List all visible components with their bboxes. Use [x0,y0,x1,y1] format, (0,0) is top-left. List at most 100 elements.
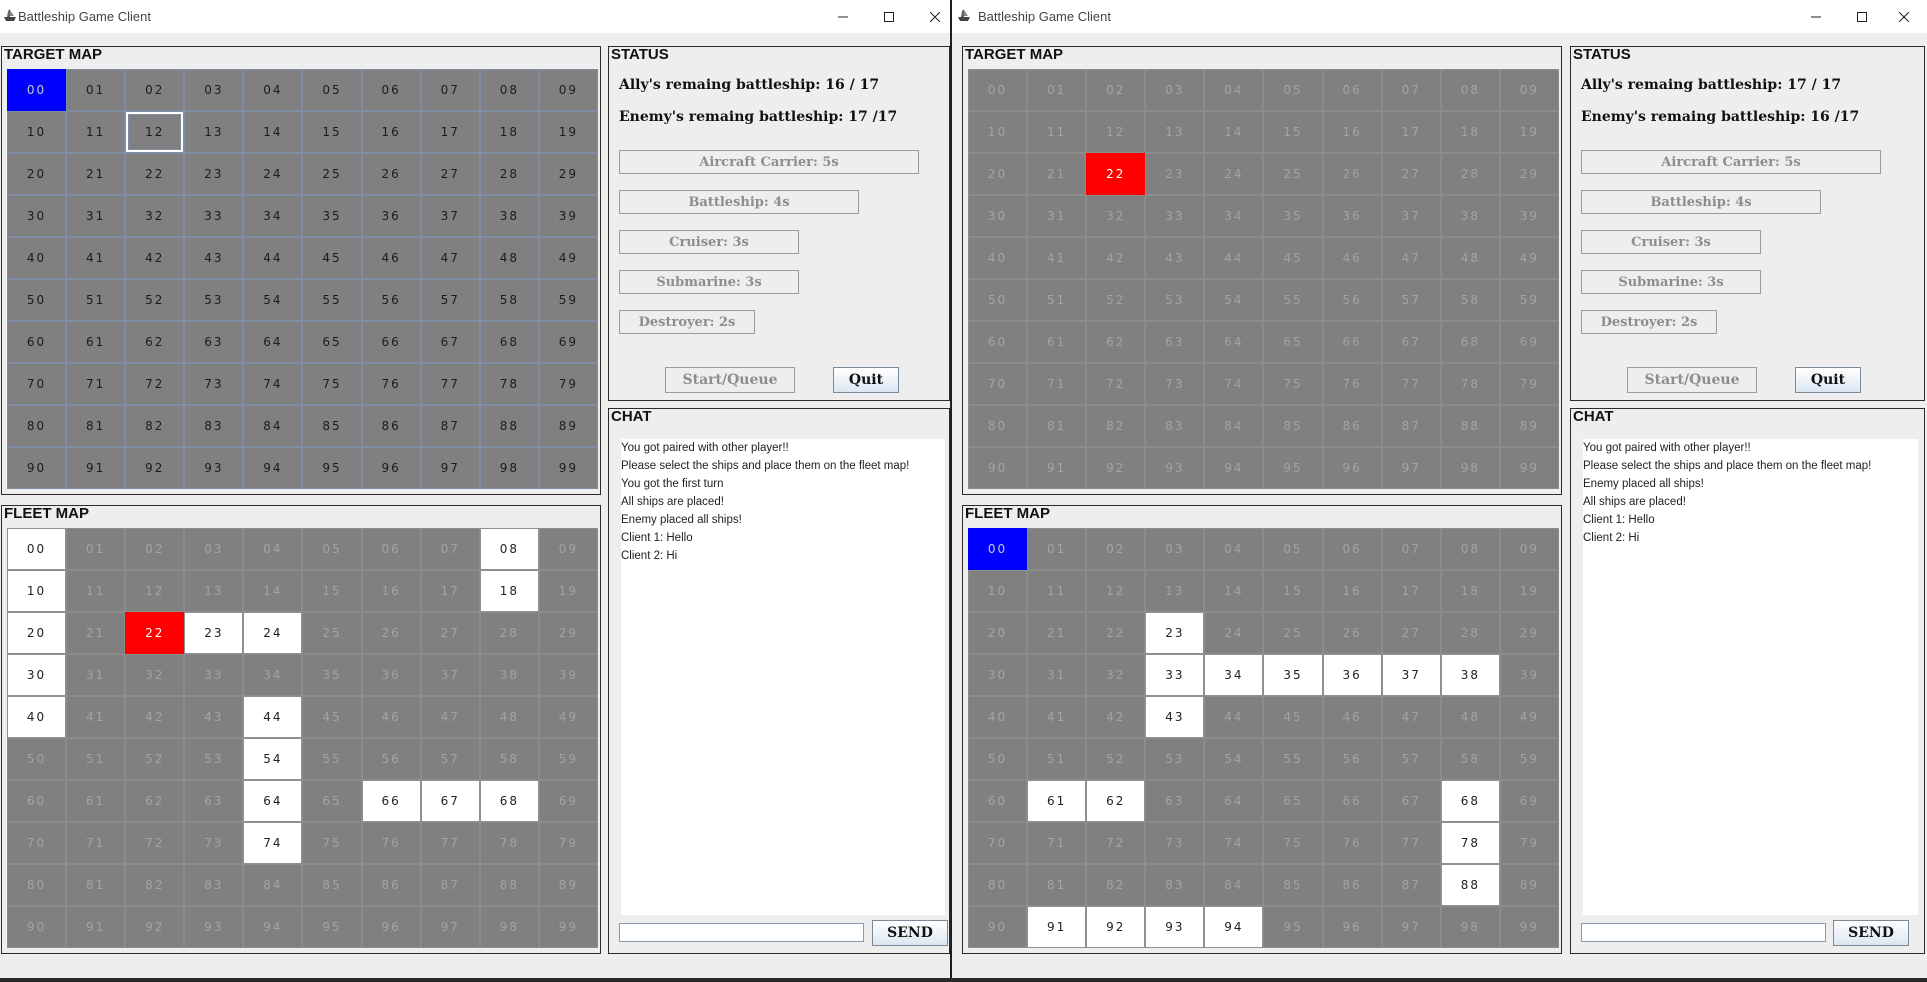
fleet-cell-93[interactable]: 93 [1145,906,1205,948]
start-queue-button[interactable]: Start/Queue [1627,367,1757,393]
target-cell-02[interactable]: 02 [1086,69,1146,111]
target-cell-75[interactable]: 75 [1263,363,1323,405]
target-cell-95[interactable]: 95 [1263,447,1323,489]
target-cell-73[interactable]: 73 [184,363,244,405]
fleet-cell-08[interactable]: 08 [1440,528,1500,570]
fleet-cell-40[interactable]: 40 [968,696,1028,738]
fleet-cell-47[interactable]: 47 [420,696,480,738]
fleet-cell-90[interactable]: 90 [7,906,67,948]
target-cell-33[interactable]: 33 [1145,195,1205,237]
target-cell-83[interactable]: 83 [184,405,244,447]
fleet-cell-48[interactable]: 48 [1440,696,1500,738]
target-cell-63[interactable]: 63 [1145,321,1205,363]
fleet-cell-66[interactable]: 66 [1322,780,1382,822]
fleet-cell-27[interactable]: 27 [420,612,480,654]
target-cell-48[interactable]: 48 [1440,237,1500,279]
target-cell-36[interactable]: 36 [1322,195,1382,237]
fleet-cell-59[interactable]: 59 [1499,738,1559,780]
target-cell-31[interactable]: 31 [1027,195,1087,237]
fleet-cell-94[interactable]: 94 [1204,906,1264,948]
target-cell-75[interactable]: 75 [302,363,362,405]
fleet-cell-21[interactable]: 21 [66,612,126,654]
fleet-cell-77[interactable]: 77 [1381,822,1441,864]
target-cell-69[interactable]: 69 [538,321,598,363]
target-cell-50[interactable]: 50 [968,279,1028,321]
fleet-cell-33[interactable]: 33 [1145,654,1205,696]
fleet-cell-16[interactable]: 16 [361,570,421,612]
target-cell-87[interactable]: 87 [1381,405,1441,447]
minimize-icon[interactable] [820,0,866,33]
fleet-cell-25[interactable]: 25 [302,612,362,654]
send-button[interactable]: SEND [872,920,948,946]
fleet-cell-28[interactable]: 28 [479,612,539,654]
fleet-cell-51[interactable]: 51 [1027,738,1087,780]
fleet-cell-73[interactable]: 73 [1145,822,1205,864]
target-cell-12[interactable]: 12 [1086,111,1146,153]
target-cell-84[interactable]: 84 [1204,405,1264,447]
target-cell-66[interactable]: 66 [1322,321,1382,363]
fleet-cell-02[interactable]: 02 [125,528,185,570]
fleet-cell-46[interactable]: 46 [361,696,421,738]
fleet-cell-58[interactable]: 58 [479,738,539,780]
fleet-cell-66[interactable]: 66 [361,780,421,822]
target-cell-30[interactable]: 30 [968,195,1028,237]
fleet-cell-37[interactable]: 37 [1381,654,1441,696]
target-cell-40[interactable]: 40 [968,237,1028,279]
target-cell-78[interactable]: 78 [1440,363,1500,405]
target-cell-24[interactable]: 24 [243,153,303,195]
target-cell-86[interactable]: 86 [361,405,421,447]
target-cell-96[interactable]: 96 [1322,447,1382,489]
fleet-cell-62[interactable]: 62 [125,780,185,822]
target-cell-54[interactable]: 54 [1204,279,1264,321]
fleet-cell-05[interactable]: 05 [302,528,362,570]
target-cell-03[interactable]: 03 [1145,69,1205,111]
target-cell-07[interactable]: 07 [1381,69,1441,111]
target-cell-45[interactable]: 45 [302,237,362,279]
fleet-cell-97[interactable]: 97 [420,906,480,948]
fleet-cell-87[interactable]: 87 [1381,864,1441,906]
fleet-cell-46[interactable]: 46 [1322,696,1382,738]
target-cell-70[interactable]: 70 [968,363,1028,405]
target-cell-55[interactable]: 55 [1263,279,1323,321]
fleet-cell-29[interactable]: 29 [1499,612,1559,654]
target-cell-74[interactable]: 74 [243,363,303,405]
fleet-cell-44[interactable]: 44 [243,696,303,738]
target-cell-15[interactable]: 15 [302,111,362,153]
fleet-cell-16[interactable]: 16 [1322,570,1382,612]
target-cell-23[interactable]: 23 [184,153,244,195]
fleet-cell-60[interactable]: 60 [968,780,1028,822]
target-cell-10[interactable]: 10 [968,111,1028,153]
chat-input[interactable] [619,923,864,942]
target-cell-83[interactable]: 83 [1145,405,1205,447]
target-cell-57[interactable]: 57 [1381,279,1441,321]
fleet-cell-89[interactable]: 89 [1499,864,1559,906]
fleet-cell-99[interactable]: 99 [1499,906,1559,948]
target-cell-35[interactable]: 35 [302,195,362,237]
fleet-cell-02[interactable]: 02 [1086,528,1146,570]
target-cell-10[interactable]: 10 [7,111,67,153]
target-cell-61[interactable]: 61 [66,321,126,363]
fleet-cell-75[interactable]: 75 [1263,822,1323,864]
fleet-cell-72[interactable]: 72 [1086,822,1146,864]
fleet-cell-34[interactable]: 34 [1204,654,1264,696]
fleet-cell-71[interactable]: 71 [66,822,126,864]
target-cell-66[interactable]: 66 [361,321,421,363]
fleet-cell-15[interactable]: 15 [1263,570,1323,612]
minimize-icon[interactable] [1793,0,1839,33]
fleet-cell-07[interactable]: 07 [1381,528,1441,570]
fleet-cell-87[interactable]: 87 [420,864,480,906]
target-cell-21[interactable]: 21 [1027,153,1087,195]
aircraft-carrier-button[interactable]: Aircraft Carrier: 5s [1581,150,1881,174]
target-cell-48[interactable]: 48 [479,237,539,279]
target-cell-28[interactable]: 28 [479,153,539,195]
fleet-cell-55[interactable]: 55 [1263,738,1323,780]
target-cell-59[interactable]: 59 [1499,279,1559,321]
fleet-cell-22[interactable]: 22 [1086,612,1146,654]
fleet-cell-61[interactable]: 61 [66,780,126,822]
title-bar[interactable]: Battleship Game Client [0,0,950,33]
fleet-cell-71[interactable]: 71 [1027,822,1087,864]
target-cell-11[interactable]: 11 [66,111,126,153]
target-cell-94[interactable]: 94 [1204,447,1264,489]
maximize-icon[interactable] [866,0,912,33]
target-cell-49[interactable]: 49 [1499,237,1559,279]
